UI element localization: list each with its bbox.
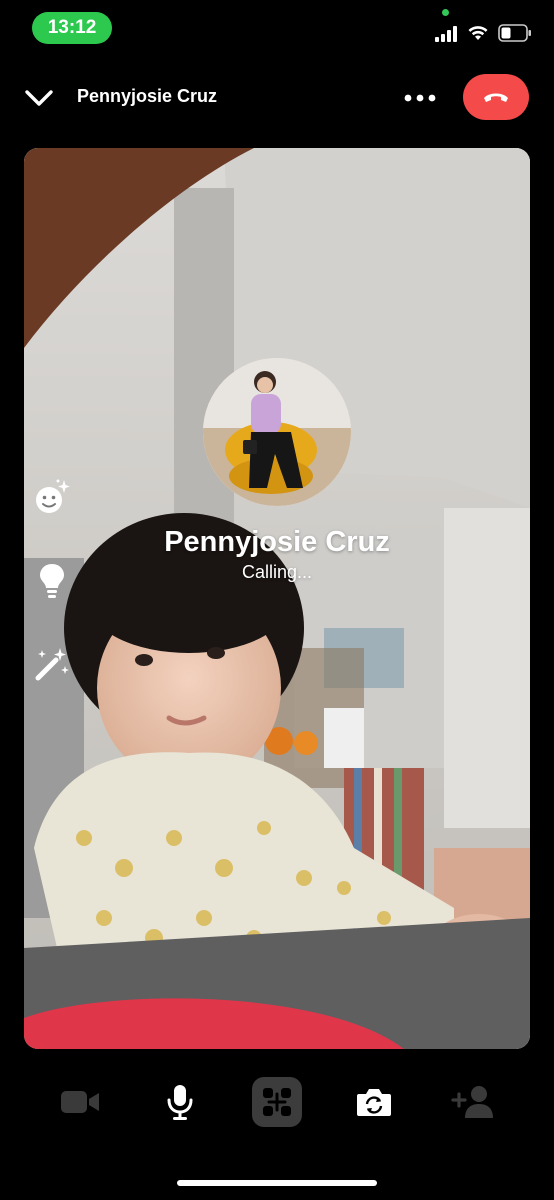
add-person-button[interactable]: [450, 1083, 496, 1121]
wifi-icon: [468, 26, 488, 40]
battery-icon: [498, 24, 531, 42]
header-contact-name: Pennyjosie Cruz: [77, 86, 218, 106]
home-indicator[interactable]: [177, 1180, 377, 1186]
camera-flip-icon: [357, 1089, 391, 1116]
filters-button[interactable]: [32, 644, 72, 684]
add-person-icon: [451, 1086, 493, 1118]
face-sparkle-icon: [36, 479, 70, 513]
call-contact-name: Pennyjosie Cruz: [164, 526, 390, 558]
video-camera-icon: [61, 1091, 99, 1113]
magic-wand-icon: [35, 648, 69, 681]
flip-camera-button[interactable]: [354, 1084, 394, 1120]
effects-button[interactable]: [32, 478, 72, 518]
signal-icon: [435, 26, 457, 42]
microphone-icon: [167, 1085, 193, 1120]
share-screen-button[interactable]: [252, 1077, 302, 1127]
end-call-button[interactable]: [463, 74, 529, 120]
video-toggle-button[interactable]: [58, 1086, 102, 1118]
phone-hangup-icon: [484, 93, 508, 102]
video-preview: [24, 148, 530, 1049]
contact-photo: [203, 358, 351, 506]
more-dots-icon[interactable]: [400, 88, 440, 108]
share-screen-icon: [263, 1088, 291, 1116]
call-status-text: Calling...: [241, 562, 313, 582]
contact-avatar: [203, 358, 351, 506]
status-time: 13:12: [47, 17, 97, 38]
status-time-pill: 13:12: [32, 12, 112, 44]
chevron-down-icon[interactable]: [23, 84, 55, 112]
camera-indicator-dot: [442, 9, 449, 16]
camera-feed-image: [24, 148, 530, 1049]
mic-button[interactable]: [160, 1082, 200, 1122]
